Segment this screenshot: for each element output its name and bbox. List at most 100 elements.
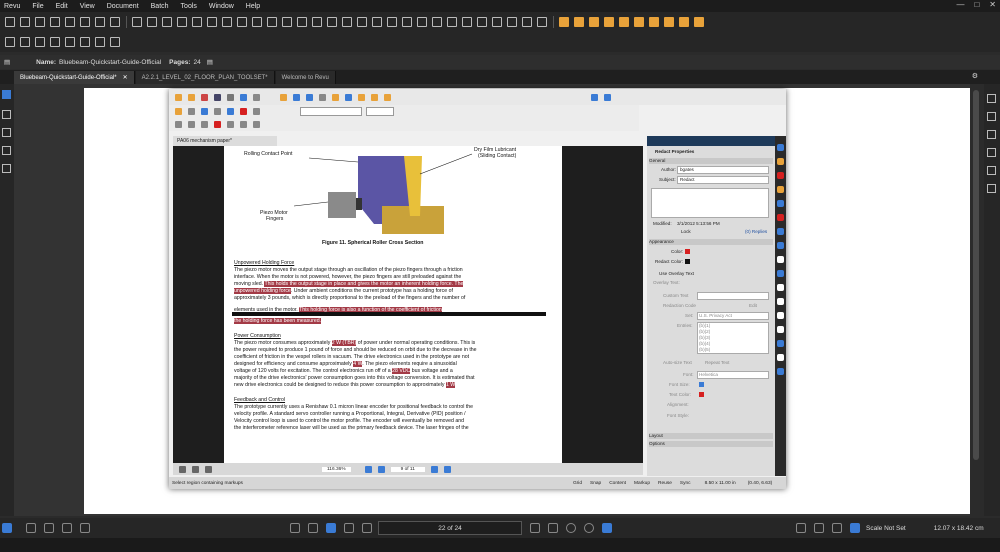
properties-icon[interactable]	[619, 17, 629, 27]
prev-page-icon[interactable]	[362, 523, 372, 533]
menu-file[interactable]: File	[32, 3, 43, 10]
bookmarks-panel-icon[interactable]	[2, 110, 11, 119]
list-view-icon[interactable]	[2, 523, 12, 533]
combine-icon[interactable]	[477, 17, 487, 27]
select-icon[interactable]	[308, 523, 318, 533]
count-icon[interactable]	[267, 17, 277, 27]
sync-icon[interactable]	[602, 523, 612, 533]
highlight-icon[interactable]	[177, 17, 187, 27]
menu-help[interactable]: Help	[246, 3, 260, 10]
tool-chest-panel-icon[interactable]	[987, 130, 996, 139]
menu-window[interactable]: Window	[209, 3, 234, 10]
extract-page-icon[interactable]	[447, 17, 457, 27]
close-tab-icon[interactable]: ✕	[123, 74, 128, 81]
zoom-icon[interactable]	[326, 523, 336, 533]
name-value[interactable]: Bluebeam-Quickstart-Guide-Official	[59, 59, 161, 66]
stamp-icon[interactable]	[147, 17, 157, 27]
callout-icon[interactable]	[207, 17, 217, 27]
back-icon[interactable]	[566, 523, 576, 533]
links-panel-icon[interactable]	[2, 164, 11, 173]
text-box-icon[interactable]	[132, 17, 142, 27]
app-menu[interactable]: Revu	[4, 3, 20, 10]
new-icon[interactable]	[5, 17, 15, 27]
spaces-panel-icon[interactable]	[987, 184, 996, 193]
markups-panel-icon[interactable]	[987, 112, 996, 121]
rectangle-icon[interactable]	[80, 37, 90, 47]
page-number-field[interactable]: 22 of 24	[378, 521, 522, 535]
menu-tools[interactable]: Tools	[181, 3, 197, 10]
thumbnails-panel-icon[interactable]	[2, 90, 11, 99]
polygon-icon[interactable]	[110, 37, 120, 47]
table-icon[interactable]	[342, 17, 352, 27]
open-icon[interactable]	[20, 17, 30, 27]
image-icon[interactable]	[297, 17, 307, 27]
studio-icon[interactable]	[679, 17, 689, 27]
redo-icon[interactable]	[110, 17, 120, 27]
thumbnails-icon[interactable]	[574, 17, 584, 27]
markup-list-icon[interactable]	[559, 17, 569, 27]
measure-icon[interactable]	[237, 17, 247, 27]
user-icon[interactable]	[796, 523, 806, 533]
menu-document[interactable]: Document	[107, 3, 139, 10]
crop-icon[interactable]	[402, 17, 412, 27]
page-setup-icon[interactable]: ▤	[207, 58, 213, 66]
batch-icon[interactable]	[537, 17, 547, 27]
two-page-icon[interactable]	[44, 523, 54, 533]
first-page-icon[interactable]	[344, 523, 354, 533]
freehand-icon[interactable]	[50, 37, 60, 47]
signatures-icon[interactable]	[694, 17, 704, 27]
sets-icon[interactable]	[664, 17, 674, 27]
measure-tool-icon[interactable]	[814, 523, 824, 533]
single-page-icon[interactable]	[26, 523, 36, 533]
tab-quickstart[interactable]: Bluebeam-Quickstart-Guide-Official* ✕	[14, 71, 135, 84]
area-icon[interactable]	[252, 17, 262, 27]
tool-chest-icon[interactable]	[634, 17, 644, 27]
continuous-icon[interactable]	[62, 523, 72, 533]
flatten-icon[interactable]	[492, 17, 502, 27]
menu-batch[interactable]: Batch	[151, 3, 169, 10]
scroll-thumb[interactable]	[973, 90, 979, 460]
menu-edit[interactable]: Edit	[56, 3, 68, 10]
split-icon[interactable]	[80, 523, 90, 533]
pen-icon[interactable]	[162, 17, 172, 27]
email-icon[interactable]	[65, 17, 75, 27]
arrow-icon[interactable]	[20, 37, 30, 47]
scale-icon[interactable]	[850, 523, 860, 533]
scan-icon[interactable]	[80, 17, 90, 27]
bookmarks-icon[interactable]	[589, 17, 599, 27]
next-page-icon[interactable]	[530, 523, 540, 533]
layers-icon[interactable]	[604, 17, 614, 27]
minimize-icon[interactable]: —	[956, 0, 964, 9]
settings-icon[interactable]: ⚙	[972, 72, 978, 80]
print-icon[interactable]	[50, 17, 60, 27]
tab-floor-plan[interactable]: A2.2.1_LEVEL_02_FLOOR_PLAN_TOOLSET*	[135, 71, 275, 84]
undo-icon[interactable]	[95, 17, 105, 27]
forward-icon[interactable]	[584, 523, 594, 533]
search-panel-icon[interactable]	[987, 148, 996, 157]
pan-icon[interactable]	[290, 523, 300, 533]
snap-icon[interactable]	[832, 523, 842, 533]
last-page-icon[interactable]	[548, 523, 558, 533]
ellipse-icon[interactable]	[95, 37, 105, 47]
measurements-panel-icon[interactable]	[987, 166, 996, 175]
grid-icon[interactable]	[357, 17, 367, 27]
compare-icon[interactable]	[372, 17, 382, 27]
snapshot-icon[interactable]	[282, 17, 292, 27]
cloud-icon[interactable]	[222, 17, 232, 27]
dimension-icon[interactable]	[65, 37, 75, 47]
search-tool-icon[interactable]	[649, 17, 659, 27]
tab-welcome[interactable]: Welcome to Revu	[275, 71, 336, 84]
line-icon[interactable]	[5, 37, 15, 47]
sign-icon[interactable]	[507, 17, 517, 27]
flag-icon[interactable]	[327, 17, 337, 27]
note-icon[interactable]	[192, 17, 202, 27]
layers-panel-icon[interactable]	[2, 128, 11, 137]
save-icon[interactable]	[35, 17, 45, 27]
rotate-icon[interactable]	[417, 17, 427, 27]
polyline-icon[interactable]	[35, 37, 45, 47]
signatures-panel-icon[interactable]	[2, 146, 11, 155]
scale-status[interactable]: Scale Not Set	[866, 525, 906, 532]
overlay-icon[interactable]	[387, 17, 397, 27]
close-icon[interactable]: ✕	[989, 0, 996, 9]
properties-panel-icon[interactable]	[987, 94, 996, 103]
